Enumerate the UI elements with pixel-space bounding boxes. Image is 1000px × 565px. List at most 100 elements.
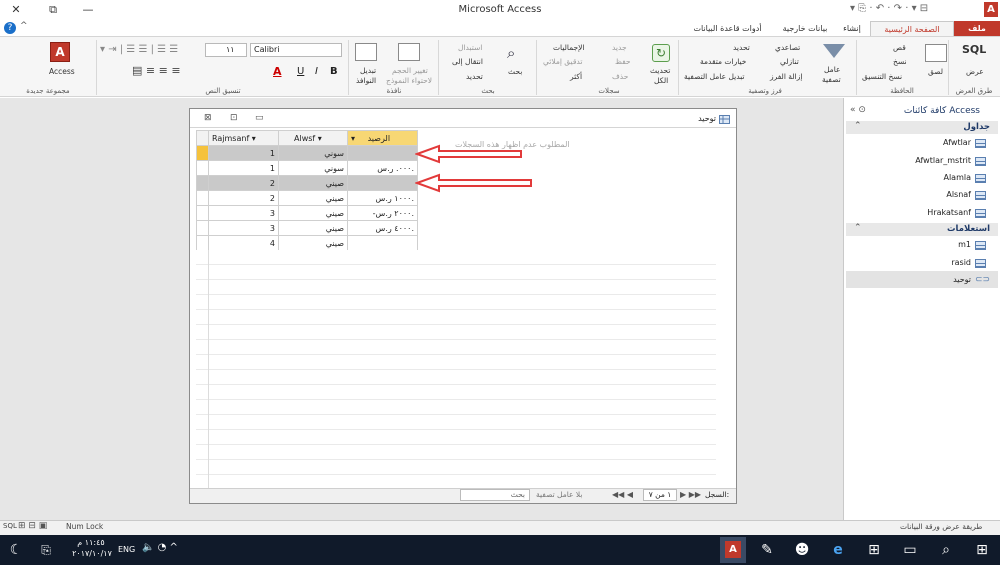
nav-query-item-selected[interactable]: توحيد [880,275,971,284]
cell-rajmsanf[interactable]: 4 [208,235,279,251]
cell-raseed[interactable]: ٤٠٠٠ ر.س. [347,220,418,236]
minimize-icon[interactable]: — [80,3,96,17]
close-window-icon[interactable]: ⊠ [204,113,212,123]
tab-external-data[interactable]: بيانات خارجية [775,21,835,36]
record-nav-buttons[interactable]: ◀◀ ◀ [612,490,633,499]
minimize-window-icon[interactable]: ▭ [255,113,264,123]
cell-rajmsanf[interactable]: 2 [208,190,279,206]
refresh-all-button[interactable]: تحديث [650,66,670,75]
cell-alwsf[interactable]: صيني [278,175,348,191]
font-size-select[interactable]: ١١ [205,43,247,57]
selection-button[interactable]: تحديد [733,43,750,52]
tab-database-tools[interactable]: أدوات قاعدة البيانات [680,21,775,36]
record-nav-next-buttons[interactable]: ▶ ▶▶ [680,490,701,499]
advanced-filter-button[interactable]: خيارات متقدمة [700,57,746,66]
filter-button[interactable]: عامل [824,65,840,74]
paint-icon[interactable]: ✎ [755,540,779,560]
delete-record-button[interactable]: حذف [612,72,628,81]
switch-windows-icon[interactable] [355,43,377,61]
row-selector[interactable] [196,160,209,176]
cell-raseed[interactable]: ١٠٠٠ ر.س. [347,190,418,206]
row-selector[interactable] [196,190,209,206]
cell-alwsf[interactable]: سوني [278,145,348,161]
quick-access-toolbar[interactable]: ▾ ⎘ · ↶ · ↷ · ▾ ⊟ [850,3,928,14]
edge-icon[interactable]: e [826,540,850,560]
help-icon[interactable]: ? [4,22,16,34]
cell-rajmsanf[interactable]: 1 [208,145,279,161]
windows-start-icon[interactable]: ⊞ [970,540,994,560]
table-row[interactable]: 2 صيني [196,175,418,191]
filter-icon[interactable] [823,44,845,58]
cell-raseed[interactable] [347,145,418,161]
size-to-fit-button-line2[interactable]: لاحتواء النموذج [386,76,432,85]
nav-pane-collapse-icon[interactable]: « ⊙ [850,105,866,115]
row-selector[interactable] [196,205,209,221]
nav-table-item[interactable]: Afwtlar_mstrit [880,156,971,165]
new-record-button[interactable]: جديد [612,43,627,52]
chevron-up-icon[interactable]: ⌃ [854,121,862,131]
cell-alwsf[interactable]: صيني [278,190,348,206]
sql-view-status[interactable]: SQL [3,522,17,530]
cell-alwsf[interactable]: صيني [278,235,348,251]
size-to-fit-icon[interactable] [398,43,420,61]
save-record-button[interactable]: حفظ [615,57,631,66]
goto-button[interactable]: انتقال إلى [452,57,483,66]
column-header-alwsf[interactable]: Alwsf ▾ [278,130,348,146]
tab-home[interactable]: الصفحة الرئيسية [870,21,954,36]
cell-raseed[interactable] [347,235,418,251]
paste-button[interactable]: لصق [928,67,943,76]
table-row[interactable]: 1 سوني [196,145,418,161]
totals-button[interactable]: الإجماليات [553,43,585,52]
nav-query-item[interactable]: m1 [880,240,971,249]
refresh-icon[interactable]: ↻ [652,44,670,62]
remove-sort-button[interactable]: إزالة الفرز [770,72,802,81]
access-addin-icon[interactable]: A [50,42,70,62]
font-color-icon[interactable]: A [273,65,282,78]
column-header-raseed[interactable]: ▾ الرصيد [347,130,418,146]
format-painter-button[interactable]: نسخ التنسيق [862,72,902,81]
no-filter-indicator[interactable]: بلا عامل تصفية [536,490,582,499]
cell-rajmsanf[interactable]: 3 [208,205,279,221]
italic-button[interactable]: I [315,66,318,77]
tab-create[interactable]: إنشاء [835,21,869,36]
find-button[interactable]: بحث [508,67,522,76]
cell-raseed[interactable]: -٢٠٠٠ ر.س. [347,205,418,221]
nav-table-item[interactable]: Alamla [880,173,971,182]
table-row[interactable]: 1 سوني ٠٠٠. ر.س. [196,160,418,176]
cell-alwsf[interactable]: صيني [278,220,348,236]
paste-icon[interactable] [925,44,947,62]
more-button[interactable]: أكثر [570,72,582,81]
cell-raseed[interactable]: ٠٠٠. ر.س. [347,160,418,176]
filter-button-line2[interactable]: تصفية [822,75,841,84]
size-to-fit-button[interactable]: تغيير الحجم [392,66,428,75]
nav-table-item[interactable]: Afwtlar [880,138,971,147]
close-icon[interactable]: ✕ [8,3,24,17]
task-view-icon[interactable]: ▭ [898,540,922,560]
tab-file[interactable]: ملف [954,21,1000,36]
select-all-cell[interactable] [196,130,209,146]
cell-alwsf[interactable]: صيني [278,205,348,221]
cell-raseed[interactable] [347,175,418,191]
list-format-icons[interactable]: ▾ ⇥ | ☰ ☰ | ☰ ☰ [100,44,178,55]
language-indicator[interactable]: ENG [118,545,135,554]
search-input[interactable]: بحث [460,489,530,501]
search-icon[interactable]: ⌕ [934,540,958,560]
moon-icon[interactable]: ☾ [6,540,26,560]
refresh-all-button-line2[interactable]: الكل [654,76,668,85]
store-icon[interactable]: ⊞ [862,540,886,560]
notification-icon[interactable]: ⎘ [36,540,56,560]
cell-rajmsanf[interactable]: 1 [208,160,279,176]
replace-button[interactable]: استبدال [458,43,482,52]
table-row[interactable]: 3 صيني -٢٠٠٠ ر.س. [196,205,418,221]
switch-windows-button-line2[interactable]: النوافذ [356,76,376,85]
restore-icon[interactable]: ⧉ [45,3,61,17]
restore-window-icon[interactable]: ⊡ [230,113,238,123]
cell-rajmsanf[interactable]: 3 [208,220,279,236]
cell-rajmsanf[interactable]: 2 [208,175,279,191]
view-switch-icons[interactable]: ⊞ ⊟ ▣ [18,521,47,531]
nav-pane-title[interactable]: كافة كائنات Access [850,106,980,116]
column-header-rajmsanf[interactable]: Rajmsanf ▾ [208,130,279,146]
view-button[interactable]: عرض [966,67,984,76]
sort-ascending-button[interactable]: تصاعدي [775,43,800,52]
select-button[interactable]: تحديد [466,72,483,81]
